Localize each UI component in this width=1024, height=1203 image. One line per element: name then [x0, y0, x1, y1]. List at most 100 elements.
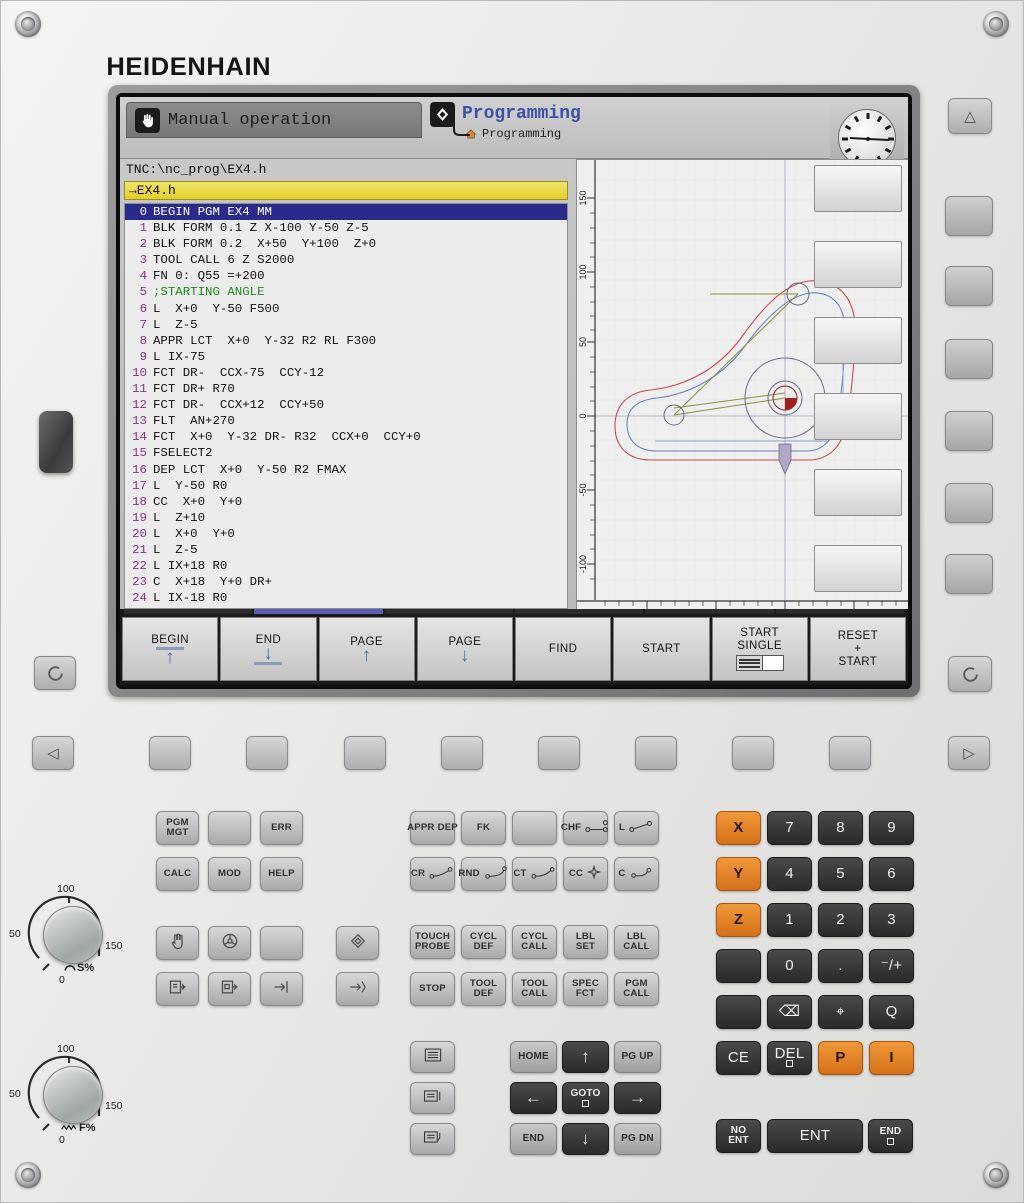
vertical-softkey[interactable] — [814, 545, 902, 592]
arrow-up-button[interactable]: △ — [948, 98, 992, 134]
vertical-hardkey[interactable] — [945, 339, 993, 379]
softkey[interactable]: START — [613, 617, 710, 681]
key-blank-key[interactable] — [260, 926, 303, 960]
key-touch-probe[interactable]: TOUCH PROBE — [410, 925, 455, 959]
spindle-override-dial[interactable]: 100 50 150 0 S% — [9, 883, 123, 986]
program-line[interactable]: 1 BLK FORM 0.1 Z X-100 Y-50 Z-5 — [125, 220, 567, 236]
program-line[interactable]: 23 C X+18 Y+0 DR+ — [125, 574, 567, 590]
key-no-ent[interactable]: NO ENT — [716, 1119, 761, 1153]
softkey[interactable]: RESET + START — [809, 617, 906, 681]
key-i[interactable]: I — [869, 1041, 914, 1075]
program-line[interactable]: 13 FLT AN+270 — [125, 413, 567, 429]
program-line[interactable]: 14 FCT X+0 Y-32 DR- R32 CCX+0 CCY+0 — [125, 429, 567, 445]
key-cycl-def[interactable]: CYCL DEF — [461, 925, 506, 959]
horizontal-hardkey[interactable] — [246, 736, 288, 770]
key-print-page-icon[interactable] — [410, 1123, 455, 1155]
key-goto[interactable]: GOTO — [562, 1082, 609, 1114]
program-line[interactable]: 3 TOOL CALL 6 Z S2000 — [125, 252, 567, 268]
key-test-run-icon[interactable] — [336, 972, 379, 1006]
program-line[interactable]: 16 DEP LCT X+0 Y-50 R2 FMAX — [125, 462, 567, 478]
key-handwheel-icon[interactable] — [208, 926, 251, 960]
key-positioning-icon[interactable] — [260, 972, 303, 1006]
key-blank[interactable] — [716, 995, 761, 1029]
vertical-hardkey[interactable] — [945, 266, 993, 306]
program-line[interactable]: 6 L X+0 Y-50 F500 — [125, 301, 567, 317]
softkey-tab[interactable] — [384, 609, 513, 614]
program-line[interactable]: 15 FSELECT2 — [125, 445, 567, 461]
softkey-tab[interactable] — [514, 609, 644, 614]
key-9[interactable]: 9 — [869, 811, 914, 845]
program-line[interactable]: 5 ;STARTING ANGLE — [125, 284, 567, 300]
program-line[interactable]: 18 CC X+0 Y+0 — [125, 494, 567, 510]
program-line[interactable]: 12 FCT DR- CCX+12 CCY+50 — [125, 397, 567, 413]
mode-tab-manual-operation[interactable]: Manual operation — [126, 102, 422, 138]
horizontal-hardkey[interactable] — [829, 736, 871, 770]
program-line[interactable]: 9 L IX-75 — [125, 349, 567, 365]
key-←[interactable]: ← — [510, 1082, 557, 1114]
active-file-row[interactable]: →EX4.h — [124, 181, 568, 200]
key-q[interactable]: Q — [869, 995, 914, 1029]
program-line[interactable]: 4 FN 0: Q55 =+200 — [125, 268, 567, 284]
key-tool-def[interactable]: TOOL DEF — [461, 972, 506, 1006]
key-→[interactable]: → — [614, 1082, 661, 1114]
vertical-hardkey[interactable] — [945, 411, 993, 451]
key-spec-fct[interactable]: SPEC FCT — [563, 972, 608, 1006]
key-pgm-mgt[interactable]: PGM MGT — [156, 811, 199, 845]
vertical-softkey[interactable] — [814, 317, 902, 364]
key-4[interactable]: 4 — [767, 857, 812, 891]
key-z[interactable]: Z — [716, 903, 761, 937]
key-tool-call[interactable]: TOOL CALL — [512, 972, 557, 1006]
key-err[interactable]: ERR — [260, 811, 303, 845]
horizontal-hardkey[interactable] — [149, 736, 191, 770]
vertical-hardkey[interactable] — [945, 196, 993, 236]
feed-dial-knob[interactable] — [43, 1066, 103, 1124]
key-hand-mode-icon[interactable] — [156, 926, 199, 960]
program-line[interactable]: 10 FCT DR- CCX-75 CCY-12 — [125, 365, 567, 381]
key-fk[interactable]: FK — [461, 811, 506, 845]
key-single-block-icon[interactable] — [208, 972, 251, 1006]
key-chf[interactable]: CHF — [561, 811, 609, 845]
key-y[interactable]: Y — [716, 857, 761, 891]
key-help[interactable]: HELP — [260, 857, 303, 891]
key-pg-up[interactable]: PG UP — [614, 1041, 661, 1073]
horizontal-hardkey[interactable] — [441, 736, 483, 770]
vertical-hardkey[interactable] — [945, 554, 993, 594]
key-pg-dn[interactable]: PG DN — [614, 1123, 661, 1155]
vertical-softkey[interactable] — [814, 241, 902, 288]
spindle-dial-knob[interactable] — [43, 906, 103, 964]
key-mod[interactable]: MOD — [208, 857, 251, 891]
key-lbl-call[interactable]: LBL CALL — [614, 925, 659, 959]
horizontal-hardkey[interactable] — [732, 736, 774, 770]
arrow-left-button[interactable]: ◁ — [32, 736, 74, 770]
key-3[interactable]: 3 — [869, 903, 914, 937]
key-cr[interactable]: CR — [410, 857, 455, 891]
program-line[interactable]: 24 L IX-18 R0 — [125, 590, 567, 606]
key-cycl-call[interactable]: CYCL CALL — [512, 925, 557, 959]
key-blank[interactable] — [208, 811, 251, 845]
key-x[interactable]: X — [716, 811, 761, 845]
vertical-softkey[interactable] — [814, 393, 902, 440]
program-line[interactable]: 20 L X+0 Y+0 — [125, 526, 567, 542]
key-1[interactable]: 1 — [767, 903, 812, 937]
program-line[interactable]: 22 L IX+18 R0 — [125, 558, 567, 574]
rotate-button-left[interactable] — [34, 656, 76, 690]
key-end[interactable]: END — [868, 1119, 913, 1153]
rotate-button-right[interactable] — [948, 656, 992, 692]
key-p[interactable]: P — [818, 1041, 863, 1075]
key-calc[interactable]: CALC — [156, 857, 199, 891]
program-listing[interactable]: 0 BEGIN PGM EX4 MM 1 BLK FORM 0.1 Z X-100 Y… — [124, 203, 568, 609]
key-blank[interactable] — [512, 811, 557, 845]
horizontal-hardkey[interactable] — [538, 736, 580, 770]
key-xxx[interactable]: ⁻/+ — [869, 949, 914, 983]
key-↑[interactable]: ↑ — [562, 1041, 609, 1073]
program-line[interactable]: 2 BLK FORM 0.2 X+50 Y+100 Z+0 — [125, 236, 567, 252]
softkey-tab[interactable] — [645, 609, 774, 614]
key-print-list-icon[interactable] — [410, 1082, 455, 1114]
softkey[interactable]: BEGIN ↑ — [122, 617, 219, 681]
key-del[interactable]: DEL — [767, 1041, 812, 1075]
program-line[interactable]: 19 L Z+10 — [125, 510, 567, 526]
key-stop[interactable]: STOP — [410, 972, 455, 1006]
key-rnd[interactable]: RND — [458, 857, 507, 891]
horizontal-hardkey[interactable] — [635, 736, 677, 770]
key-↓[interactable]: ↓ — [562, 1123, 609, 1155]
